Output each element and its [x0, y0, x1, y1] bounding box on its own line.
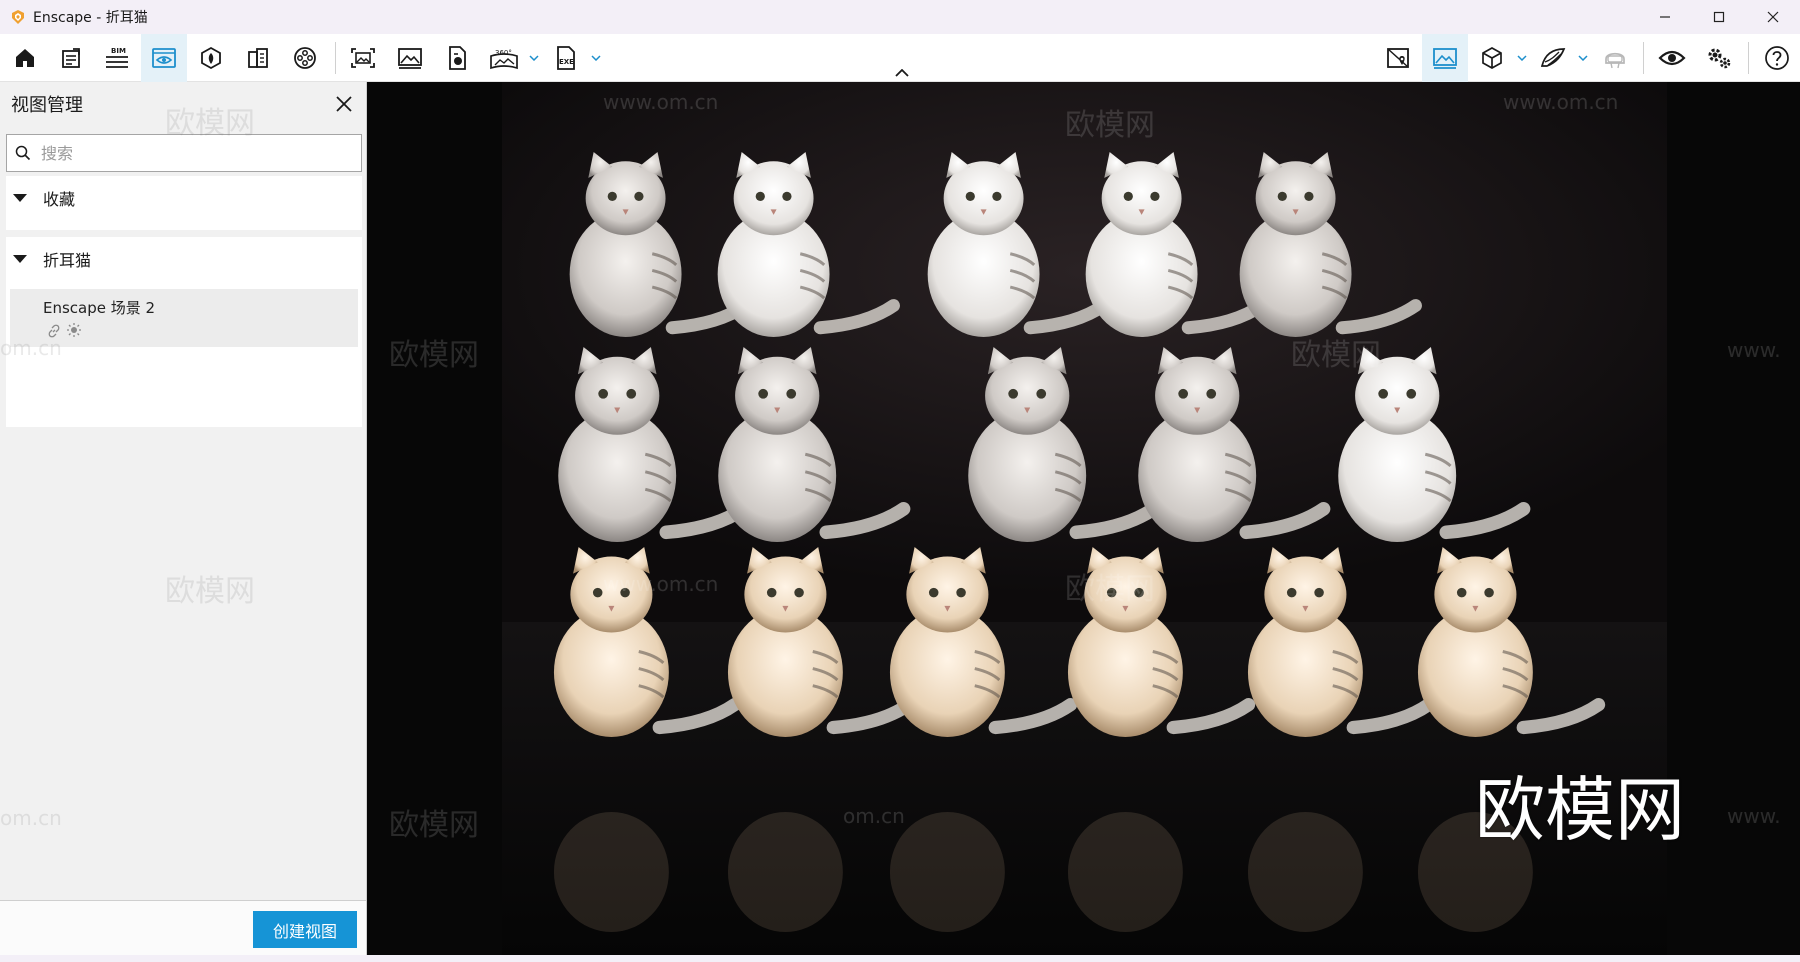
- sun-icon[interactable]: [66, 322, 82, 342]
- batch-render-icon[interactable]: [434, 34, 480, 82]
- panel-footer: 创建视图: [0, 900, 366, 962]
- maximize-icon[interactable]: [1692, 0, 1746, 34]
- panel-close-icon[interactable]: [332, 92, 356, 116]
- watermark-url-partial: om.cn: [0, 806, 62, 830]
- toolbar-divider-right: [1643, 42, 1644, 74]
- cat-reflection: [553, 812, 669, 932]
- screenshot-icon[interactable]: [340, 34, 386, 82]
- minimize-icon[interactable]: [1638, 0, 1692, 34]
- create-view-button[interactable]: 创建视图: [253, 911, 357, 948]
- toolbar-collapse-chevron-up-icon[interactable]: [890, 66, 914, 80]
- view-list-item[interactable]: Enscape 场景 2: [10, 289, 358, 347]
- vr-dropdown-chevron-down-icon[interactable]: [1576, 34, 1590, 82]
- title-bar: Enscape - 折耳猫: [0, 0, 1800, 34]
- render-viewport[interactable]: www.om.cn 欧模网 www.om.cn 欧模网 欧模网 www. www…: [367, 82, 1800, 955]
- watermark-url: www.om.cn: [603, 572, 719, 596]
- watermark-brand: 欧模网: [165, 106, 255, 141]
- video-editor-icon[interactable]: [282, 34, 328, 82]
- export-exe-icon[interactable]: EXE: [543, 34, 589, 82]
- panorama-dropdown-chevron-down-icon[interactable]: [527, 34, 541, 82]
- watermark-url-cut: www.: [1727, 804, 1781, 828]
- cat-reflection: [1247, 812, 1363, 932]
- enscape-window: Enscape - 折耳猫 BIM 360° EXE 视图管理 搜索 收藏 折耳…: [0, 0, 1800, 962]
- close-icon[interactable]: [1746, 0, 1800, 34]
- watermark-brand-large: 欧模网: [1475, 769, 1685, 851]
- view-management-icon[interactable]: [141, 34, 187, 82]
- export-dropdown-chevron-down-icon[interactable]: [589, 34, 603, 82]
- view-mode-dropdown-chevron-down-icon[interactable]: [1515, 34, 1529, 82]
- view-management-panel: 视图管理 收藏 折耳猫 Enscape 场景 2: [0, 82, 367, 962]
- watermark-brand: 欧模网: [389, 338, 479, 373]
- project-info-icon[interactable]: [48, 34, 94, 82]
- asset-library-icon[interactable]: [188, 34, 234, 82]
- toolbar-divider: [335, 42, 336, 74]
- watermark-brand: 欧模网: [389, 808, 479, 843]
- visual-settings-icon[interactable]: [1422, 34, 1468, 82]
- cat-reflection: [889, 812, 1005, 932]
- enscape-logo-icon: [9, 8, 27, 26]
- render-image-icon[interactable]: [387, 34, 433, 82]
- search-icon: [15, 145, 31, 161]
- material-icon[interactable]: [235, 34, 281, 82]
- vr-icon[interactable]: [1530, 34, 1576, 82]
- favorites-section-header[interactable]: 收藏: [6, 176, 362, 220]
- favorites-section-label: 收藏: [43, 190, 76, 209]
- svg-text:BIM: BIM: [111, 47, 126, 55]
- home-icon[interactable]: [2, 34, 48, 82]
- caret-down-icon: [13, 194, 27, 202]
- panorama-icon[interactable]: 360°: [481, 34, 527, 82]
- favorites-section: 收藏: [6, 176, 362, 230]
- scene-group-section: 折耳猫 Enscape 场景 2: [6, 237, 362, 427]
- view-mode-icon[interactable]: [1469, 34, 1515, 82]
- svg-text:EXE: EXE: [559, 58, 574, 66]
- panel-title: 视图管理: [11, 95, 83, 116]
- watermark-url-partial: om.cn: [0, 336, 62, 360]
- watermark-brand: 欧模网: [1291, 338, 1381, 373]
- svg-text:360°: 360°: [495, 49, 512, 57]
- cat-reflection: [727, 812, 843, 932]
- headset-icon[interactable]: [1592, 34, 1638, 82]
- watermark-url: www.om.cn: [603, 90, 719, 114]
- settings-icon[interactable]: [1696, 34, 1742, 82]
- map-icon[interactable]: [1375, 34, 1421, 82]
- window-bottom-edge: [0, 955, 1800, 962]
- help-icon[interactable]: [1754, 34, 1800, 82]
- caret-down-icon: [13, 255, 27, 263]
- cat-reflection: [1067, 812, 1183, 932]
- toolbar-divider-help: [1748, 42, 1749, 74]
- view-name: Enscape 场景 2: [43, 299, 156, 317]
- watermark-brand: 欧模网: [165, 574, 255, 609]
- scene-group-section-header[interactable]: 折耳猫: [6, 237, 362, 281]
- preview-eye-icon[interactable]: [1649, 34, 1695, 82]
- search-input[interactable]: [41, 143, 341, 163]
- watermark-url: www.om.cn: [1503, 90, 1619, 114]
- window-title: Enscape - 折耳猫: [33, 10, 148, 26]
- watermark-url-partial: om.cn: [843, 804, 905, 828]
- bim-icon[interactable]: BIM: [94, 34, 140, 82]
- scene-group-section-label: 折耳猫: [43, 251, 92, 270]
- watermark-url-cut: www.: [1727, 338, 1781, 362]
- watermark-brand: 欧模网: [1065, 108, 1155, 143]
- watermark-brand: 欧模网: [1065, 572, 1155, 607]
